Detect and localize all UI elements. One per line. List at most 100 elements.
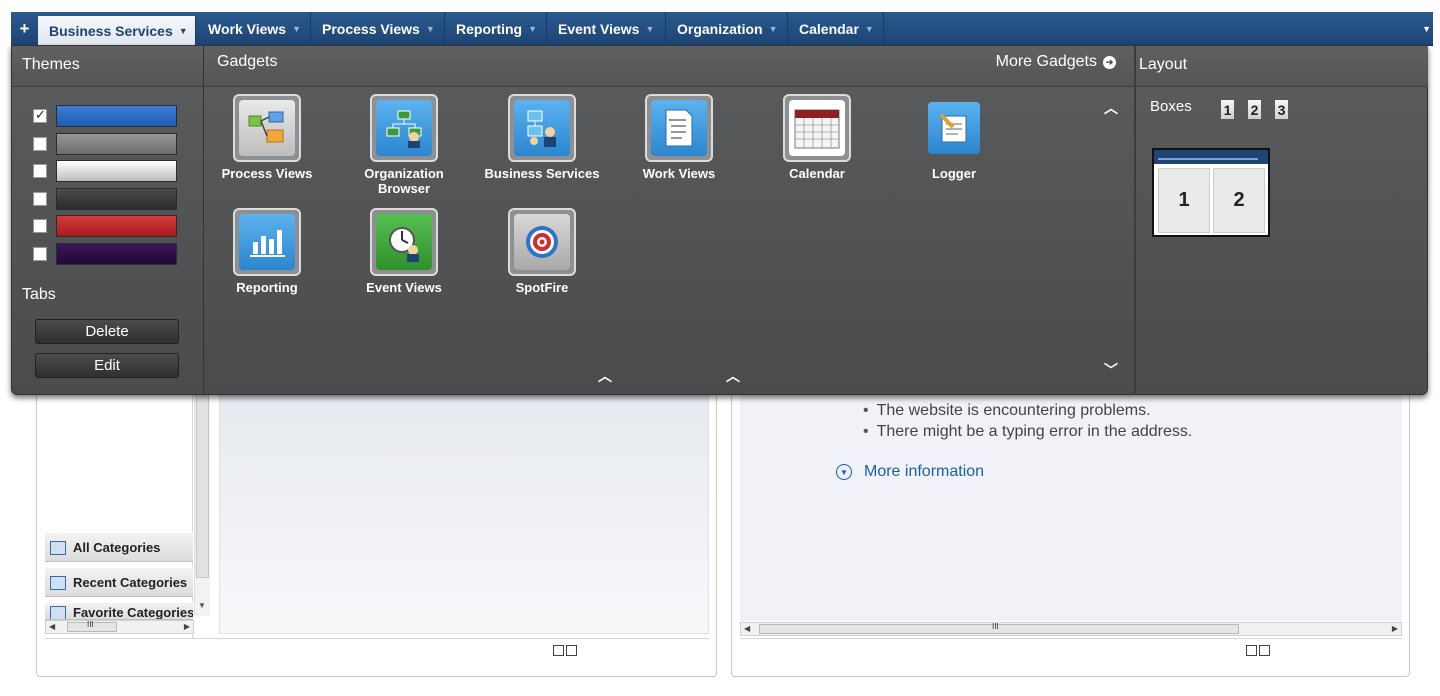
theme-swatch-blue[interactable] (56, 105, 177, 127)
category-label: Favorite Categories (73, 605, 193, 620)
boxes-option-1[interactable]: 1 (1221, 100, 1234, 119)
tab-overflow-icon[interactable]: ▼ (1422, 24, 1431, 34)
scroll-left-icon[interactable]: ◀ (744, 623, 750, 635)
content-area (219, 391, 709, 634)
window-controls-icon[interactable] (553, 645, 579, 659)
theme-checkbox[interactable] (33, 247, 47, 261)
left-panel: ▼ All Categories Recent Categories Favor… (36, 390, 717, 677)
theme-swatch-purple[interactable] (56, 243, 177, 265)
tabs-section-label: Tabs (22, 286, 56, 303)
gadget-reporting[interactable]: Reporting (207, 208, 327, 295)
status-bar (740, 638, 1402, 664)
error-page: The website is encountering problems. Th… (740, 391, 1402, 621)
delete-tab-button[interactable]: Delete (35, 319, 179, 344)
spotfire-icon (508, 208, 576, 276)
tab-label: Calendar (799, 21, 859, 37)
right-panel: The website is encountering problems. Th… (731, 390, 1410, 677)
tab-label: Process Views (322, 21, 420, 37)
calendar-icon (783, 94, 851, 162)
gadget-label: Calendar (789, 166, 845, 181)
gadget-event-views[interactable]: Event Views (344, 208, 464, 295)
tab-event-views[interactable]: Event Views ▼ (547, 12, 666, 46)
gadget-business-services[interactable]: Business Services (482, 94, 602, 181)
category-all[interactable]: All Categories (45, 532, 193, 562)
scroll-thumb[interactable] (196, 391, 209, 578)
scroll-grip: III (992, 622, 999, 631)
layout-preview-header (1154, 150, 1268, 164)
gadget-logger[interactable]: Logger (894, 94, 1014, 181)
boxes-option-3[interactable]: 3 (1275, 100, 1288, 119)
tab-label: Business Services (49, 23, 173, 39)
business-services-icon (508, 94, 576, 162)
chevron-down-icon[interactable]: ﹀ (1104, 360, 1118, 380)
chevron-up-icon[interactable]: ︿ (598, 366, 612, 386)
layout-section: Layout Boxes 1 2 3 1 2 (1134, 46, 1428, 395)
scroll-left-icon[interactable]: ◀ (49, 621, 55, 633)
horizontal-scrollbar[interactable]: ◀ III ▶ (45, 620, 194, 634)
layout-pane-1: 1 (1158, 168, 1210, 233)
gadget-label: SpotFire (515, 280, 569, 295)
reporting-icon (233, 208, 301, 276)
scroll-right-icon[interactable]: ▶ (184, 621, 190, 633)
theme-swatch-silver[interactable] (56, 160, 177, 182)
theme-checkbox[interactable] (33, 107, 47, 123)
chevron-down-icon: ▼ (836, 464, 852, 480)
gadget-menu: Themes ✓ Tabs Delete Edit Gadgets More G… (11, 45, 1428, 395)
add-tab-button[interactable]: + (11, 12, 38, 46)
theme-checkbox[interactable] (33, 137, 47, 151)
scroll-thumb[interactable]: III (759, 622, 1239, 634)
more-gadgets-label: More Gadgets (995, 53, 1097, 70)
scroll-grip: III (87, 620, 94, 629)
window-controls-icon[interactable] (1246, 645, 1272, 659)
vertical-scrollbar[interactable]: ▼ (194, 391, 210, 616)
chevron-down-icon: ▼ (768, 24, 778, 34)
more-gadgets-link[interactable]: More Gadgets ➜ (996, 53, 1116, 71)
tab-label: Reporting (456, 21, 523, 37)
more-information-link[interactable]: ▼ More information (836, 463, 984, 481)
gadget-calendar[interactable]: Calendar (757, 94, 877, 181)
horizontal-scrollbar[interactable]: ◀ III ▶ (740, 622, 1402, 636)
tab-business-services[interactable]: Business Services ▼ (38, 16, 196, 46)
tab-bar: + Business Services ▼ Work Views ▼ Process… (11, 12, 1433, 46)
chevron-down-icon: ▼ (425, 24, 435, 34)
gadget-organization-browser[interactable]: Organization Browser (344, 94, 464, 196)
category-label: All Categories (73, 539, 161, 555)
theme-checkbox[interactable] (33, 219, 47, 233)
chevron-up-icon[interactable]: ︿ (1104, 98, 1118, 118)
theme-checkbox[interactable] (33, 164, 47, 178)
logger-icon (920, 94, 988, 162)
scroll-right-icon[interactable]: ▶ (1392, 623, 1398, 635)
tab-work-views[interactable]: Work Views ▼ (197, 12, 311, 46)
tab-organization[interactable]: Organization ▼ (666, 12, 788, 46)
process-views-icon (233, 94, 301, 162)
layout-preview[interactable]: 1 2 (1152, 148, 1270, 237)
themes-header: Themes (12, 46, 203, 87)
themes-section: Themes ✓ Tabs Delete Edit (12, 46, 204, 395)
boxes-option-2[interactable]: 2 (1248, 100, 1261, 119)
gadgets-title: Gadgets (217, 53, 278, 70)
gadget-spotfire[interactable]: SpotFire (482, 208, 602, 295)
tab-process-views[interactable]: Process Views ▼ (311, 12, 445, 46)
chevron-down-icon: ▼ (528, 24, 538, 34)
gadget-process-views[interactable]: Process Views (207, 94, 327, 181)
category-recent[interactable]: Recent Categories (45, 567, 193, 597)
gadget-label: Logger (931, 166, 977, 181)
theme-checkbox[interactable] (33, 192, 47, 206)
theme-swatch-charcoal[interactable] (56, 188, 177, 210)
theme-swatch-gray[interactable] (56, 133, 177, 155)
error-bullet: There might be a typing error in the add… (863, 421, 1193, 442)
org-browser-icon (370, 94, 438, 162)
chevron-up-icon[interactable]: ︿ (726, 366, 740, 386)
scroll-down-icon[interactable]: ▼ (198, 601, 206, 610)
tab-calendar[interactable]: Calendar ▼ (788, 12, 884, 46)
gadget-label: Organization Browser (364, 166, 444, 196)
tab-reporting[interactable]: Reporting ▼ (445, 12, 547, 46)
gadget-label: Business Services (484, 166, 600, 181)
category-icon (50, 576, 66, 590)
scroll-thumb[interactable]: III (67, 620, 117, 632)
error-bullet: The website is encountering problems. (863, 400, 1192, 421)
theme-swatch-red[interactable] (56, 215, 177, 237)
gadget-work-views[interactable]: Work Views (619, 94, 739, 181)
category-favorite[interactable]: Favorite Categories (45, 602, 193, 620)
edit-tab-button[interactable]: Edit (35, 353, 179, 378)
